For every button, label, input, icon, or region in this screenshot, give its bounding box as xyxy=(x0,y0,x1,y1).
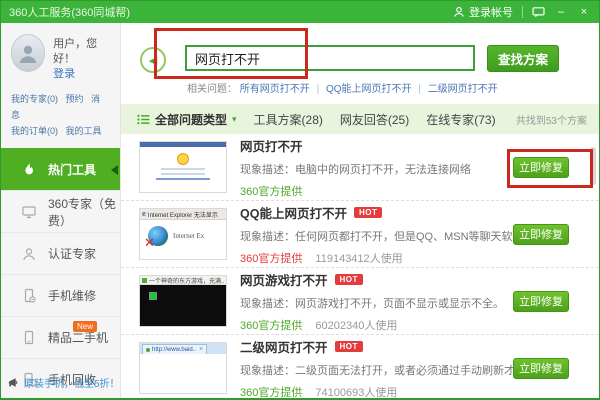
filter-all-types[interactable]: 全部问题类型 ▾ xyxy=(137,111,237,128)
fix-now-button[interactable]: 立即修复 xyxy=(513,357,569,379)
filter-label: 全部问题类型 xyxy=(155,112,228,127)
feedback-icon[interactable] xyxy=(532,6,545,18)
person-icon xyxy=(19,45,37,63)
sidebar-item-label: 认证专家 xyxy=(48,247,97,261)
sidebar-item-label: 360专家（免费） xyxy=(48,196,117,228)
avatar xyxy=(11,34,46,72)
tab-favicon xyxy=(146,347,150,352)
app-window: 360人工服务(360同城帮) 登录帐号 – × 用户，您好！ 登录 我的专家(… xyxy=(0,0,600,400)
item-users-count: 60202340人使用 xyxy=(315,319,398,332)
search-input[interactable] xyxy=(185,45,475,71)
item-provider: 360官方提供 xyxy=(240,185,303,198)
ie-icon: e xyxy=(142,210,146,218)
item-title: 网页游戏打不开 xyxy=(240,273,328,288)
game-favicon xyxy=(142,277,147,283)
back-button[interactable]: ◀ xyxy=(140,47,166,73)
phone-repair-icon xyxy=(24,288,36,303)
sidebar-item-certified-experts[interactable]: 认证专家 xyxy=(1,232,120,274)
item-thumbnail-ie-error: e Internet Explorer 无法显示 ✕ Internet Ex xyxy=(139,208,227,260)
sidebar-item-360-experts[interactable]: 360专家（免费） xyxy=(1,190,120,232)
close-button[interactable]: × xyxy=(577,5,591,19)
item-description: 现象描述：二级页面无法打开，或者必须通过手动刷新才能打开。 xyxy=(240,364,513,377)
related-separator: | xyxy=(418,84,421,95)
my-orders-link[interactable]: 我的订单(0) xyxy=(11,126,58,136)
related-label: 相关问题： xyxy=(187,84,237,95)
active-notch xyxy=(111,164,118,175)
my-experts-link[interactable]: 我的专家(0) xyxy=(11,94,58,104)
user-links: 我的专家(0) 预约 消息 我的订单(0) 我的工具 xyxy=(11,91,112,139)
promo-link[interactable]: 原装手机，低至5折！ xyxy=(8,375,120,390)
titlebar: 360人工服务(360同城帮) 登录帐号 – × xyxy=(1,1,599,23)
item-title: QQ能上网页打不开 xyxy=(240,206,347,221)
user-icon xyxy=(454,6,464,17)
solution-list: 网页打不开 现象描述：电脑中的网页打不开，无法连接网络 360官方提供 立即修复… xyxy=(121,134,599,399)
main-panel: ◀ 查找方案 相关问题： 所有网页打不开 | QQ能上网页打不开 | 二级网页打… xyxy=(121,23,599,399)
fix-now-button[interactable]: 立即修复 xyxy=(513,290,569,312)
list-item[interactable]: e Internet Explorer 无法显示 ✕ Internet Ex QQ… xyxy=(121,201,599,268)
sidebar-menu: 热门工具 360专家（免费） 认证专家 手机维修 精品二手机 New 手机回收 xyxy=(1,148,120,398)
item-description: 现象描述：任何网页都打不开，但是QQ、MSN等聊天软件能正常使用... xyxy=(240,230,513,243)
related-link[interactable]: QQ能上网页打不开 xyxy=(326,84,412,95)
minimize-button[interactable]: – xyxy=(554,5,568,19)
item-title: 二级网页打不开 xyxy=(240,340,328,355)
titlebar-divider xyxy=(522,6,523,18)
item-description: 现象描述：网页游戏打不开，页面不显示或显示不全。 xyxy=(240,297,504,310)
list-item[interactable]: http://www.baid.. × 二级网页打不开 HOT 现象描述：二级页面… xyxy=(121,335,599,399)
promo-label: 原装手机，低至5折！ xyxy=(24,379,120,390)
login-link[interactable]: 登录 xyxy=(53,67,112,82)
related-link[interactable]: 所有网页打不开 xyxy=(240,84,310,95)
related-link[interactable]: 二级网页打不开 xyxy=(428,84,498,95)
item-thumbnail-game-page: 一个神奇的东方游戏，充满.. xyxy=(139,275,227,327)
tab-user-answers[interactable]: 网友回答(25) xyxy=(340,111,409,128)
my-tools-link[interactable]: 我的工具 xyxy=(66,126,102,136)
expert-icon xyxy=(23,247,35,260)
item-description: 现象描述：电脑中的网页打不开，无法连接网络 xyxy=(240,163,471,176)
back-arrow-icon: ◀ xyxy=(148,54,158,67)
related-questions: 相关问题： 所有网页打不开 | QQ能上网页打不开 | 二级网页打不开 xyxy=(187,80,498,95)
item-title: 网页打不开 xyxy=(240,139,303,154)
find-solution-button[interactable]: 查找方案 xyxy=(487,45,560,72)
item-provider: 360官方提供 xyxy=(240,252,303,265)
list-item[interactable]: 一个神奇的东方游戏，充满.. 网页游戏打不开 HOT 现象描述：网页游戏打不开，… xyxy=(121,268,599,335)
hot-badge: HOT xyxy=(353,206,383,218)
sidebar-item-phone-repair[interactable]: 手机维修 xyxy=(1,274,120,316)
login-account-label: 登录帐号 xyxy=(469,7,513,19)
user-card: 用户，您好！ 登录 我的专家(0) 预约 消息 我的订单(0) 我的工具 xyxy=(1,23,120,145)
item-provider: 360官方提供 xyxy=(240,386,303,399)
megaphone-icon xyxy=(8,378,18,387)
item-thumbnail-browser-tab: http://www.baid.. × xyxy=(139,342,227,394)
new-badge: New xyxy=(73,321,98,332)
result-count: 共找到53个方案 xyxy=(515,115,587,127)
hot-badge: HOT xyxy=(334,340,363,352)
sidebar-item-label: 热门工具 xyxy=(48,163,97,177)
item-provider: 360官方提供 xyxy=(240,319,303,332)
tab-bar: 全部问题类型 ▾ 工具方案(28) 网友回答(25) 在线专家(73) 共找到5… xyxy=(121,104,599,134)
scrollbar[interactable] xyxy=(590,147,596,185)
tab-tool-solutions[interactable]: 工具方案(28) xyxy=(254,111,323,128)
user-greeting: 用户，您好！ xyxy=(53,38,98,65)
flame-icon xyxy=(25,162,33,174)
fix-now-button[interactable]: 立即修复 xyxy=(513,156,569,178)
warning-face-icon xyxy=(177,153,189,165)
sidebar-item-used-phones[interactable]: 精品二手机 New xyxy=(1,316,120,358)
item-thumbnail-errorpage xyxy=(139,141,227,193)
sidebar-item-hot-tools[interactable]: 热门工具 xyxy=(1,148,120,190)
list-icon xyxy=(137,114,150,124)
sidebar: 用户，您好！ 登录 我的专家(0) 预约 消息 我的订单(0) 我的工具 热门工… xyxy=(1,23,121,398)
item-users-count: 74100693人使用 xyxy=(315,386,398,399)
monitor-icon xyxy=(22,205,36,218)
booking-link[interactable]: 预约 xyxy=(66,94,84,104)
list-item[interactable]: 网页打不开 现象描述：电脑中的网页打不开，无法连接网络 360官方提供 立即修复 xyxy=(121,134,599,201)
window-title: 360人工服务(360同城帮) xyxy=(9,7,131,19)
globe-error-icon: ✕ xyxy=(144,226,168,250)
item-users-count: 119143412人使用 xyxy=(315,252,403,265)
tab-online-experts[interactable]: 在线专家(73) xyxy=(426,111,495,128)
fix-now-button[interactable]: 立即修复 xyxy=(513,223,569,245)
hot-badge: HOT xyxy=(334,273,363,285)
sidebar-item-label: 手机维修 xyxy=(48,289,97,303)
related-separator: | xyxy=(316,84,320,95)
phone-icon xyxy=(24,330,34,344)
chevron-down-icon: ▾ xyxy=(232,113,237,124)
login-account-button[interactable]: 登录帐号 xyxy=(453,4,513,20)
